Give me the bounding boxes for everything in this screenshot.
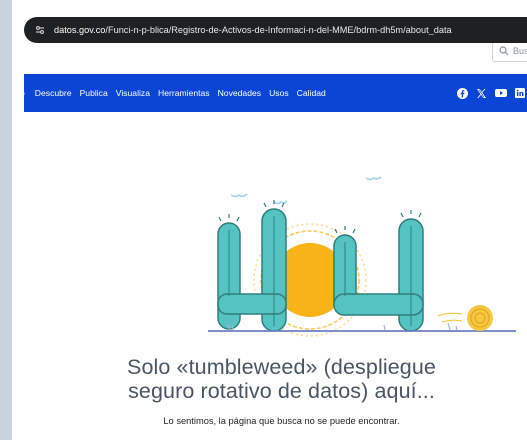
- headline-line-1: Solo «tumbleweed» (despliegue: [127, 355, 436, 379]
- nav-item-truncated[interactable]: o: [24, 88, 25, 98]
- bird-icon: [230, 193, 248, 198]
- search-input[interactable]: Busca: [492, 43, 527, 62]
- bird-icon: [273, 200, 288, 205]
- browser-window: datos.gov.co/Funci-n-p-blica/Registro-de…: [0, 0, 527, 440]
- search-icon: [499, 46, 509, 56]
- url-text[interactable]: datos.gov.co/Funci-n-p-blica/Registro-de…: [54, 25, 452, 35]
- illustration-404: [208, 176, 516, 337]
- nav-item-herramientas[interactable]: Herramientas: [158, 88, 210, 98]
- site-settings-icon[interactable]: [30, 20, 50, 40]
- url-path: /Funci-n-p-blica/Registro-de-Activos-de-…: [105, 25, 452, 35]
- page-content: Busca o Descubre Publica Visualiza Herra…: [24, 43, 527, 440]
- cactus-four-icon: [217, 200, 287, 332]
- facebook-icon[interactable]: [457, 87, 468, 99]
- headline-line-2: seguro rotativo de datos) aquí...: [128, 379, 435, 403]
- youtube-icon[interactable]: [495, 88, 507, 98]
- url-host: datos.gov.co: [54, 25, 106, 35]
- address-bar[interactable]: datos.gov.co/Funci-n-p-blica/Registro-de…: [24, 17, 527, 43]
- search-placeholder: Busca: [513, 46, 527, 56]
- x-icon[interactable]: [476, 88, 487, 99]
- nav-item-usos[interactable]: Usos: [269, 88, 289, 98]
- nav-item-calidad[interactable]: Calidad: [297, 88, 326, 98]
- nav-item-publica[interactable]: Publica: [80, 88, 108, 98]
- nav-item-novedades[interactable]: Novedades: [218, 88, 261, 98]
- social-links: [449, 74, 527, 112]
- error-headline: Solo «tumbleweed» (despliegue seguro rot…: [24, 355, 527, 403]
- nav-item-visualiza[interactable]: Visualiza: [116, 88, 150, 98]
- cactus-four-icon: [333, 210, 424, 332]
- main-nav: o Descubre Publica Visualiza Herramienta…: [24, 74, 527, 112]
- error-message: Lo sentimos, la página que busca no se p…: [163, 416, 400, 426]
- bird-icon: [365, 176, 382, 181]
- nav-item-descubre[interactable]: Descubre: [35, 88, 72, 98]
- linkedin-icon[interactable]: [515, 88, 525, 98]
- tumbleweed-icon: [437, 305, 493, 331]
